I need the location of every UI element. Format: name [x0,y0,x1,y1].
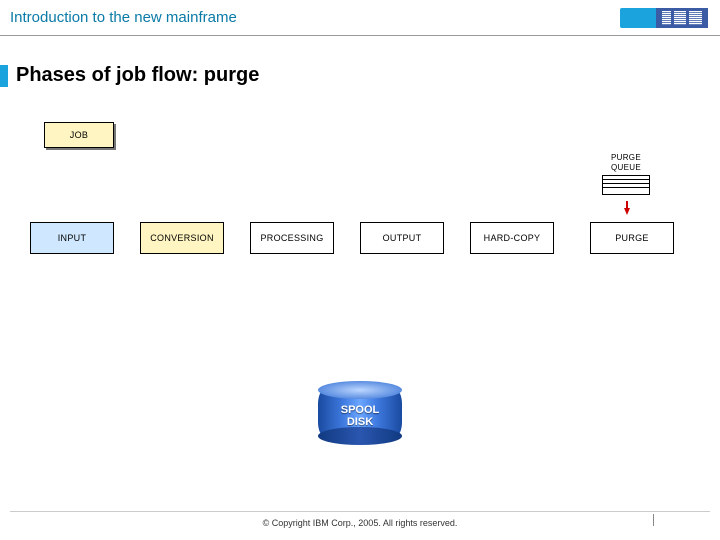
ibm-logo-icon [662,11,702,25]
phase-hardcopy: HARD-COPY [470,222,554,254]
accent-bar [620,8,656,28]
phase-input: INPUT [30,222,114,254]
purge-queue-stack: PURGE QUEUE [602,154,650,197]
phase-output: OUTPUT [360,222,444,254]
slide-title: Phases of job flow: purge [16,64,259,87]
arrow-down-icon [624,208,630,215]
spool-line1: SPOOL [341,404,380,416]
ibm-logo [656,8,708,28]
purge-queue-label-1: PURGE [602,154,650,162]
purge-queue-label-2: QUEUE [602,164,650,172]
diagram-area: JOB PURGE QUEUE INPUT CONVERSION PROCESS… [0,110,720,490]
footer: © Copyright IBM Corp., 2005. All rights … [10,511,710,528]
stack-icon [602,175,650,197]
cylinder-body-icon: SPOOL DISK [318,390,402,436]
spool-disk-cylinder: SPOOL DISK [318,390,402,436]
job-box: JOB [44,122,114,148]
spool-label: SPOOL DISK [318,404,402,428]
spool-line2: DISK [347,416,373,428]
footer-divider [653,514,654,526]
header-title: Introduction to the new mainframe [10,9,237,26]
header-right [620,8,708,28]
phase-conversion: CONVERSION [140,222,224,254]
phase-purge: PURGE [590,222,674,254]
title-accent [0,65,8,87]
header-bar: Introduction to the new mainframe [0,0,720,36]
copyright-text: © Copyright IBM Corp., 2005. All rights … [263,518,458,528]
slide-title-row: Phases of job flow: purge [0,36,720,87]
phase-processing: PROCESSING [250,222,334,254]
